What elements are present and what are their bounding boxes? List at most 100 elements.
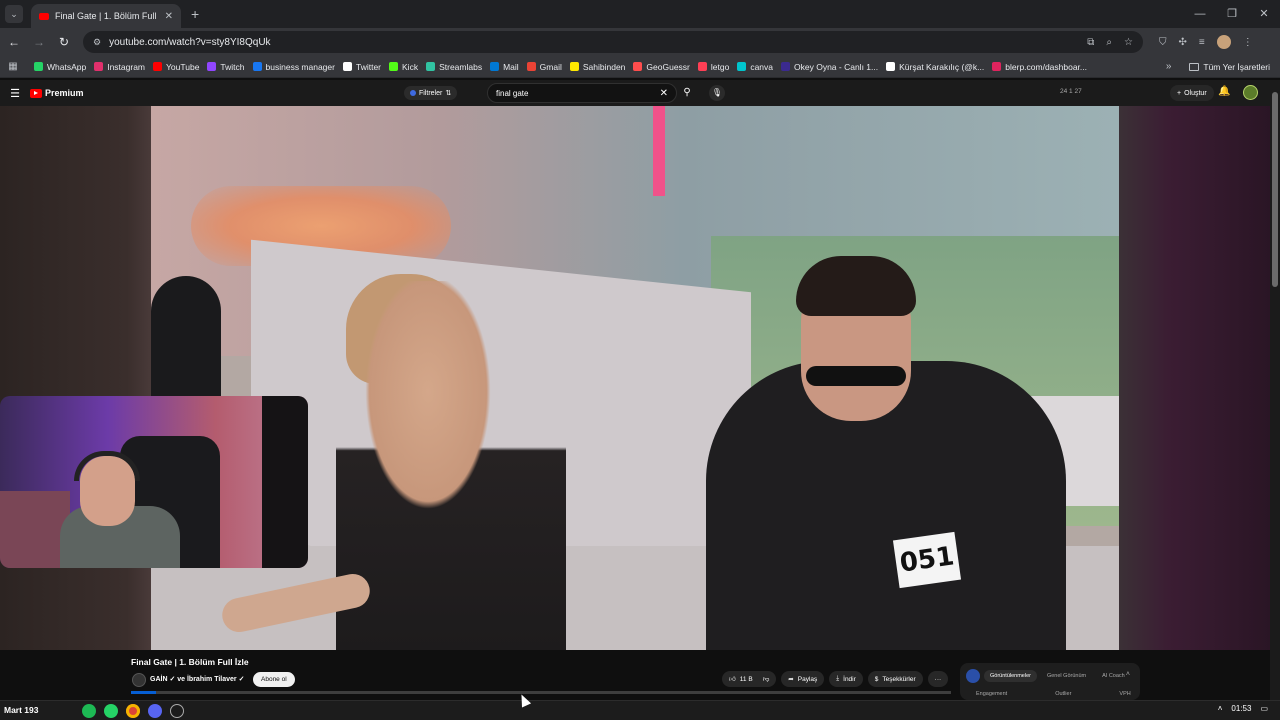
bookmark-item[interactable]: GeoGuessr [633,62,690,72]
bookmark-favicon-icon [153,62,163,71]
clear-search-icon[interactable]: ✕ [660,88,668,99]
hamburger-menu-icon[interactable]: ☰ [0,87,30,100]
forward-button[interactable]: → [28,35,50,49]
video-progress-bar[interactable] [131,691,951,694]
bookmark-item[interactable]: Okey Oyna - Canlı 1... [781,62,878,72]
analytics-extension-panel: Görüntülenmeler Genel Görünüm AI Coach ˄… [960,663,1140,700]
channel-avatar[interactable] [132,673,146,687]
bookmark-item[interactable]: canva [737,62,773,72]
search-box[interactable]: ✕ [487,83,677,103]
youtube-logo[interactable]: Premium [30,88,84,98]
clock-app-icon[interactable] [170,704,184,718]
zoom-icon[interactable]: ⌕ [1106,37,1112,48]
filter-toggle-icon: ⇅ [445,90,452,97]
filters-button[interactable]: Filtreler ⇅ [404,86,458,100]
url-text[interactable]: youtube.com/watch?v=sty8YI8QqUk [109,37,1079,48]
download-button[interactable]: ⤓ İndir [829,671,863,687]
bookmark-item[interactable]: blerp.com/dashboar... [992,62,1087,72]
like-button[interactable]: 👍︎ 11 B 👎︎ [722,671,777,687]
search-icon[interactable]: ⚲ [678,83,696,103]
bookmark-item[interactable]: business manager [252,61,335,72]
bookmark-label: WhatsApp [47,61,87,72]
taskbar-weather[interactable]: Mart 193 [4,705,39,715]
minimize-button[interactable]: — [1184,0,1216,28]
bookmarks-overflow-button[interactable]: » [1166,61,1172,72]
tab-search-button[interactable]: ⌄ [5,5,23,23]
browser-tab-active[interactable]: Final Gate | 1. Bölüm Full İzle ✕ [31,4,181,28]
bookmark-favicon-icon [252,62,262,71]
thumbs-up-icon: 👍︎ [729,676,736,683]
thumbs-down-icon[interactable]: 👎︎ [763,675,770,683]
bookmark-item[interactable]: YouTube [153,62,199,72]
col-vph: VPH [1119,691,1131,697]
video-actions: 👍︎ 11 B 👎︎ ➦ Paylaş ⤓ İndir $ Teşekkürle… [722,671,949,687]
bookmark-item[interactable]: Gmail [526,62,562,72]
extensions-puzzle-icon[interactable]: ✣ [1179,37,1187,48]
site-info-icon[interactable]: ⚙ [93,37,101,48]
discord-icon[interactable] [148,704,162,718]
bookmark-item[interactable]: Twitch [207,62,245,72]
bookmark-favicon-icon [342,62,352,71]
bookmark-favicon-icon [490,62,500,71]
share-label: Paylaş [797,675,818,683]
profile-avatar[interactable] [1216,35,1231,49]
notifications-bell-icon[interactable]: 🔔 [1218,86,1230,97]
account-avatar[interactable] [1243,85,1258,100]
notification-center-icon[interactable]: ▭ [1260,704,1268,713]
taskbar-clock[interactable]: 01:53 [1231,704,1251,713]
thanks-button[interactable]: $ Teşekkürler [867,671,923,687]
apps-grid-icon[interactable]: ▦ [0,61,26,72]
video-woman [336,281,566,650]
video-player[interactable]: 051 [151,106,1119,650]
restore-button[interactable]: ❐ [1216,0,1248,28]
create-button[interactable]: + Oluştur [1170,85,1214,101]
tab-overview[interactable]: Genel Görünüm [1041,670,1092,682]
chrome-icon[interactable] [126,704,140,718]
bookmark-item[interactable]: Streamlabs [426,62,482,72]
bookmark-favicon-icon [886,62,896,71]
address-bar[interactable]: ⚙ youtube.com/watch?v=sty8YI8QqUk ⧉ ⌕ ☆ [83,31,1143,53]
tab-close-icon[interactable]: ✕ [165,11,173,22]
youtube-favicon-icon [39,12,49,20]
tab-title: Final Gate | 1. Bölüm Full İzle [55,11,159,21]
close-window-button[interactable]: ✕ [1248,0,1280,28]
bookmark-favicon-icon [633,62,643,71]
col-engagement: Engagement [976,691,1008,697]
all-bookmarks-folder[interactable]: Tüm Yer İşaretleri [1189,62,1270,72]
subscribe-button[interactable]: Abone ol [253,672,295,687]
chevron-up-icon[interactable]: ˄ [1126,671,1130,678]
whatsapp-icon[interactable] [104,704,118,718]
system-tray-chevron-icon[interactable]: ˄ [1218,704,1223,713]
youtube-play-icon [30,88,42,98]
install-app-icon[interactable]: ⧉ [1087,37,1094,48]
bookmark-item[interactable]: Mail [490,62,519,72]
filters-label: Filtreler [419,89,443,97]
spotify-icon[interactable] [82,704,96,718]
thanks-icon: $ [874,675,879,683]
more-actions-button[interactable]: ··· [927,671,949,687]
voice-search-icon[interactable]: 🎙 [709,85,725,101]
scrollbar-thumb[interactable] [1272,92,1278,287]
shield-extension-icon[interactable]: ⛉ [1159,37,1167,48]
media-control-icon[interactable]: ≡ [1199,37,1205,48]
bookmark-item[interactable]: letgo [697,62,729,72]
back-button[interactable]: ← [3,35,25,49]
bookmark-item[interactable]: Instagram [94,62,145,72]
new-tab-button[interactable]: + [191,6,199,22]
youtube-header: ☰ Premium Filtreler ⇅ ✕ ⚲ 🎙 24 1 27 + Ol… [0,80,1280,106]
bookmark-item[interactable]: WhatsApp [34,62,86,72]
channel-stats: 24 1 27 [1060,88,1082,95]
bookmark-item[interactable]: Kick [389,62,418,72]
browser-menu-icon[interactable]: ⋮ [1243,37,1253,48]
bookmark-label: Twitter [355,61,382,72]
reload-button[interactable]: ↻ [53,35,75,49]
bookmark-item[interactable]: Kürşat Karakılıç (@k... [886,62,984,72]
bookmark-label: business manager [265,61,335,72]
bookmark-star-icon[interactable]: ☆ [1124,37,1133,48]
channel-name[interactable]: GAİN ✓ ve İbrahim Tilaver ✓ [150,675,244,683]
bookmark-item[interactable]: Sahibinden [569,62,625,72]
share-button[interactable]: ➦ Paylaş [781,671,825,687]
bookmark-item[interactable]: Twitter [342,61,382,72]
search-input[interactable] [496,88,660,98]
tab-views[interactable]: Görüntülenmeler [984,670,1037,682]
